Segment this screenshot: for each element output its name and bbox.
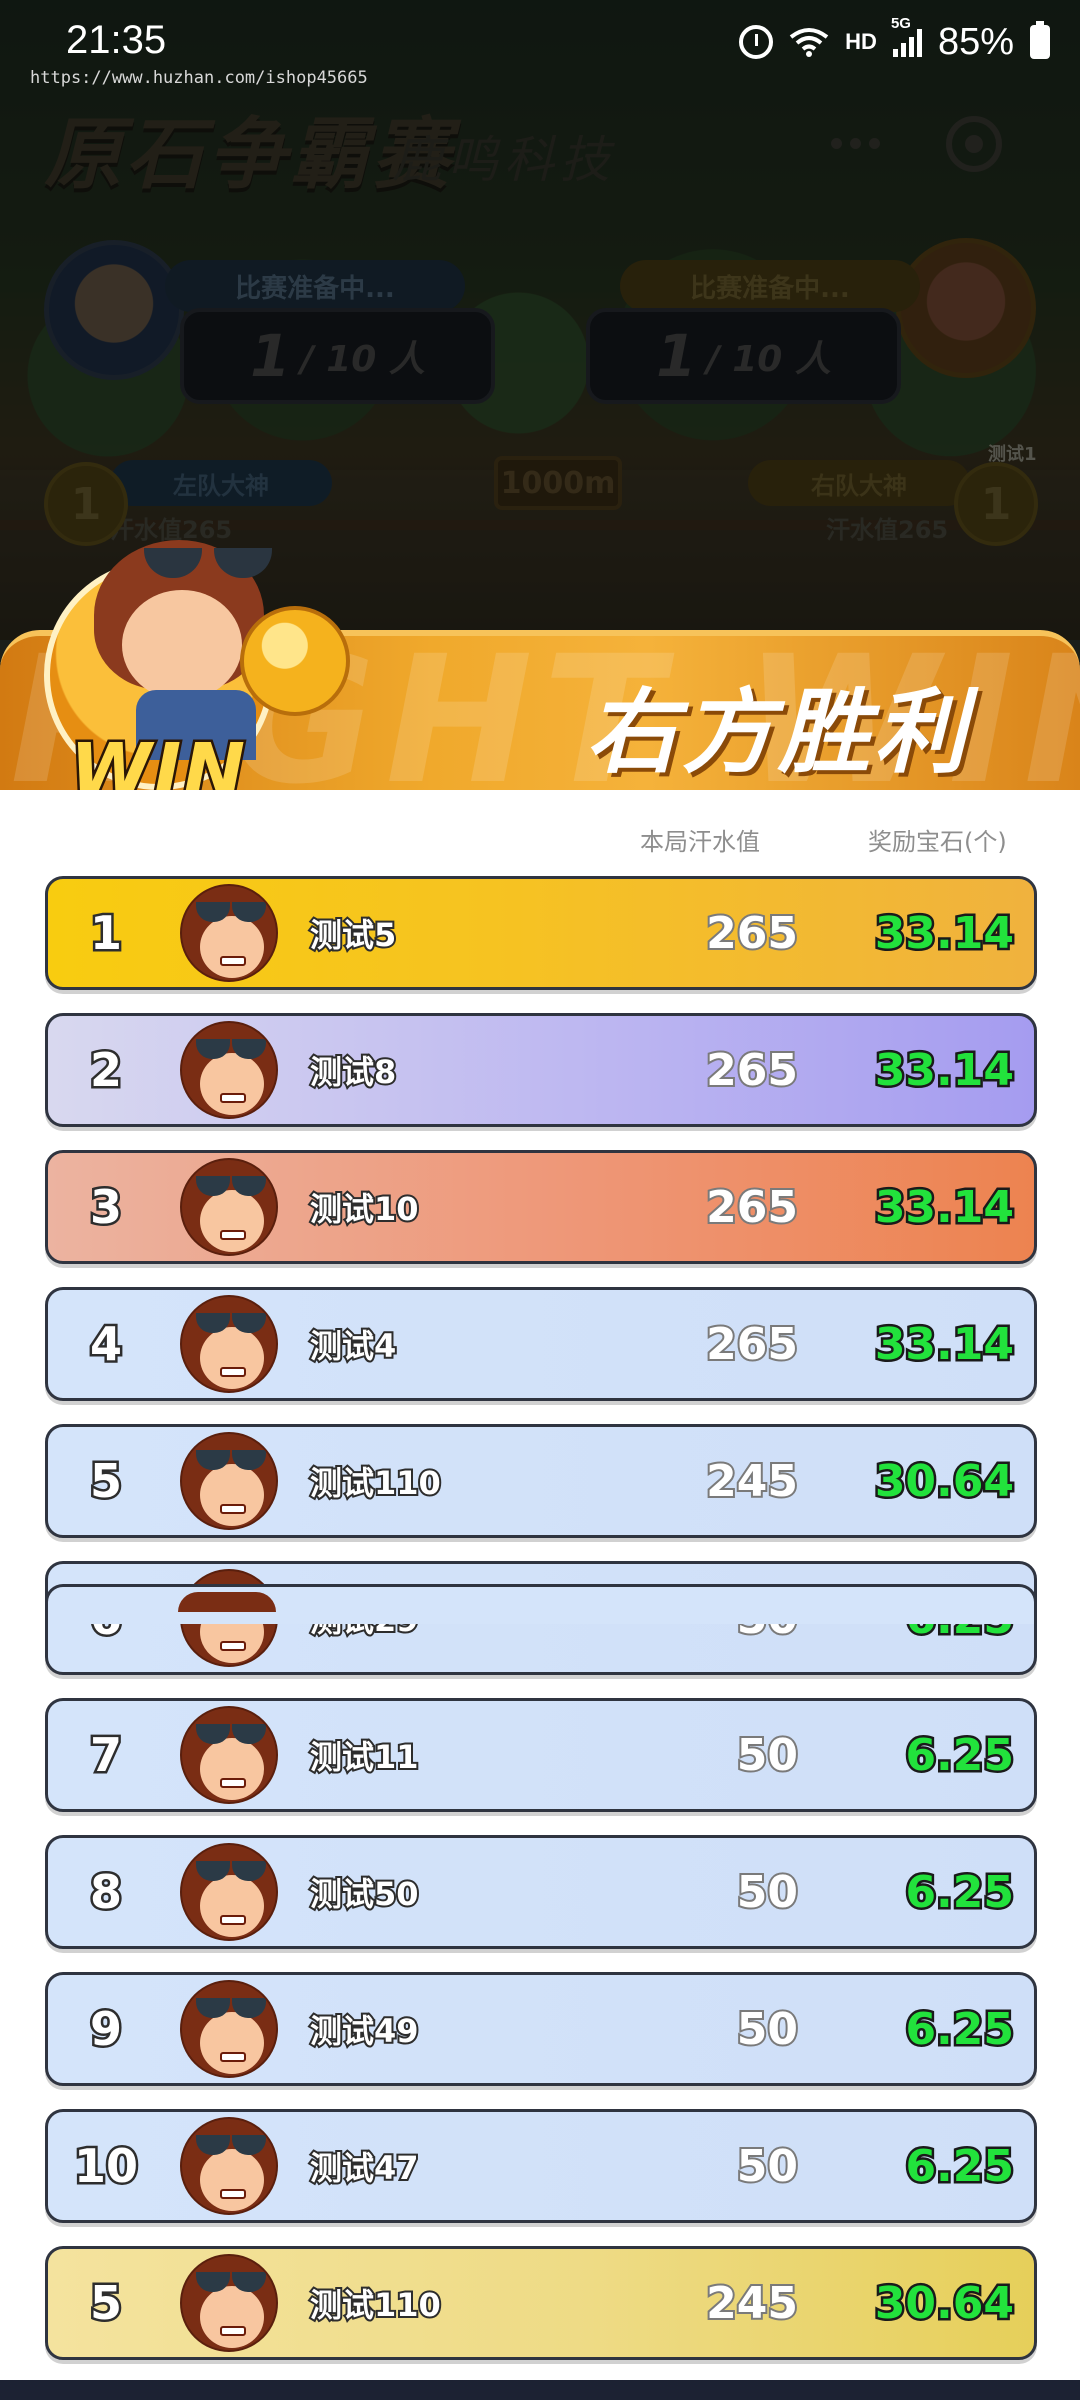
- winner-face: [122, 590, 242, 700]
- sweat-value: 265: [704, 1180, 800, 1235]
- rank-number: 4: [87, 1315, 124, 1374]
- player-name: 测试5: [308, 914, 398, 956]
- rank-number: 5: [87, 1452, 124, 1511]
- result-title: 右方胜利: [586, 679, 971, 786]
- self-rank-row: 5 测试110 245 30.64: [45, 2246, 1037, 2360]
- rank-number: 5: [87, 2274, 124, 2333]
- alarm-icon: [739, 25, 774, 59]
- ranking-row: 5 测试110 245 30.64: [45, 1424, 1037, 1538]
- ranking-row: 3 测试10 265 33.14: [45, 1150, 1037, 1264]
- player-avatar: [180, 1295, 278, 1393]
- sweat-value: 265: [704, 1317, 800, 1372]
- header-gem: 奖励宝石(个): [868, 828, 1007, 856]
- hd-indicator: HD: [845, 29, 877, 54]
- gem-reward: 33.14: [872, 1042, 1016, 1098]
- gem-reward: 30.64: [872, 1453, 1016, 1509]
- ranking-row: 9 测试49 50 6.25: [45, 1972, 1037, 2086]
- player-name: 测试8: [308, 1051, 398, 1093]
- player-name: 测试47: [308, 2147, 421, 2189]
- wifi-icon: [789, 27, 829, 57]
- status-icons: HD 5G 85%: [739, 15, 1050, 66]
- gem-reward: 6.25: [903, 1727, 1017, 1783]
- bottom-edge: [0, 2380, 1080, 2400]
- sweat-value: 50: [735, 1728, 800, 1783]
- player-avatar: [180, 1021, 278, 1119]
- gem-reward: 33.14: [872, 1316, 1016, 1372]
- ranking-row: 10 测试47 50 6.25: [45, 2109, 1037, 2223]
- next-row-avatar-peek: [178, 1592, 276, 1612]
- ranking-row: 2 测试8 265 33.14: [45, 1013, 1037, 1127]
- ranking-row: 7 测试11 50 6.25: [45, 1698, 1037, 1812]
- player-name: 测试10: [308, 1188, 421, 1230]
- rank-number: 9: [87, 2000, 124, 2059]
- rank-number: 7: [87, 1726, 124, 1785]
- player-avatar: [180, 1980, 278, 2078]
- ranking-row: 8 测试50 50 6.25: [45, 1835, 1037, 1949]
- gem-reward: 6.25: [903, 2001, 1017, 2057]
- ranking-row: 1 测试5 265 33.14: [45, 876, 1037, 990]
- player-avatar: [180, 1706, 278, 1804]
- player-avatar: [180, 1158, 278, 1256]
- gem-reward: 33.14: [872, 1179, 1016, 1235]
- player-avatar: [180, 2254, 278, 2352]
- gem-reward: 30.64: [872, 2275, 1016, 2331]
- player-name: 测试11: [308, 1736, 421, 1778]
- status-time: 21:35: [66, 18, 167, 62]
- player-name: 测试110: [308, 2284, 443, 2326]
- sunglasses-icon: [144, 548, 284, 588]
- column-headers: 本局汗水值 奖励宝石(个): [0, 822, 1080, 862]
- network-type: 5G: [890, 15, 911, 32]
- battery-percent: 85%: [937, 20, 1014, 63]
- gem-reward: 6.25: [903, 2138, 1017, 2194]
- rank-number: 8: [87, 1863, 124, 1922]
- sweat-value: 50: [735, 2002, 800, 2057]
- sweat-value: 245: [704, 1454, 800, 1509]
- player-name: 测试110: [308, 1462, 443, 1504]
- player-avatar: [180, 1843, 278, 1941]
- player-avatar: [180, 1432, 278, 1530]
- player-name: 测试4: [308, 1325, 398, 1367]
- rank-number: 3: [87, 1178, 124, 1237]
- ranking-row: 4 测试4 265 33.14: [45, 1287, 1037, 1401]
- player-name: 测试49: [308, 2010, 421, 2052]
- player-avatar: [180, 884, 278, 982]
- header-sweat: 本局汗水值: [640, 828, 760, 856]
- sweat-value: 265: [704, 906, 800, 961]
- battery-icon: [1030, 21, 1050, 59]
- rank-number: 10: [71, 2137, 140, 2196]
- signal-icon: 5G: [891, 15, 922, 57]
- gem-reward: 6.25: [903, 1864, 1017, 1920]
- sweat-value: 265: [704, 1043, 800, 1098]
- sweat-value: 50: [735, 2139, 800, 2194]
- watermark: https://www.huzhan.com/ishop45665: [30, 68, 368, 88]
- player-name: 测试50: [308, 1873, 421, 1915]
- player-avatar: [180, 2117, 278, 2215]
- rank-number: 2: [87, 1041, 124, 1100]
- rank-number: 1: [87, 904, 124, 963]
- gem-bag-icon: [240, 606, 350, 716]
- sweat-value: 245: [704, 2276, 800, 2331]
- sweat-value: 50: [735, 1865, 800, 1920]
- gem-reward: 33.14: [872, 905, 1016, 961]
